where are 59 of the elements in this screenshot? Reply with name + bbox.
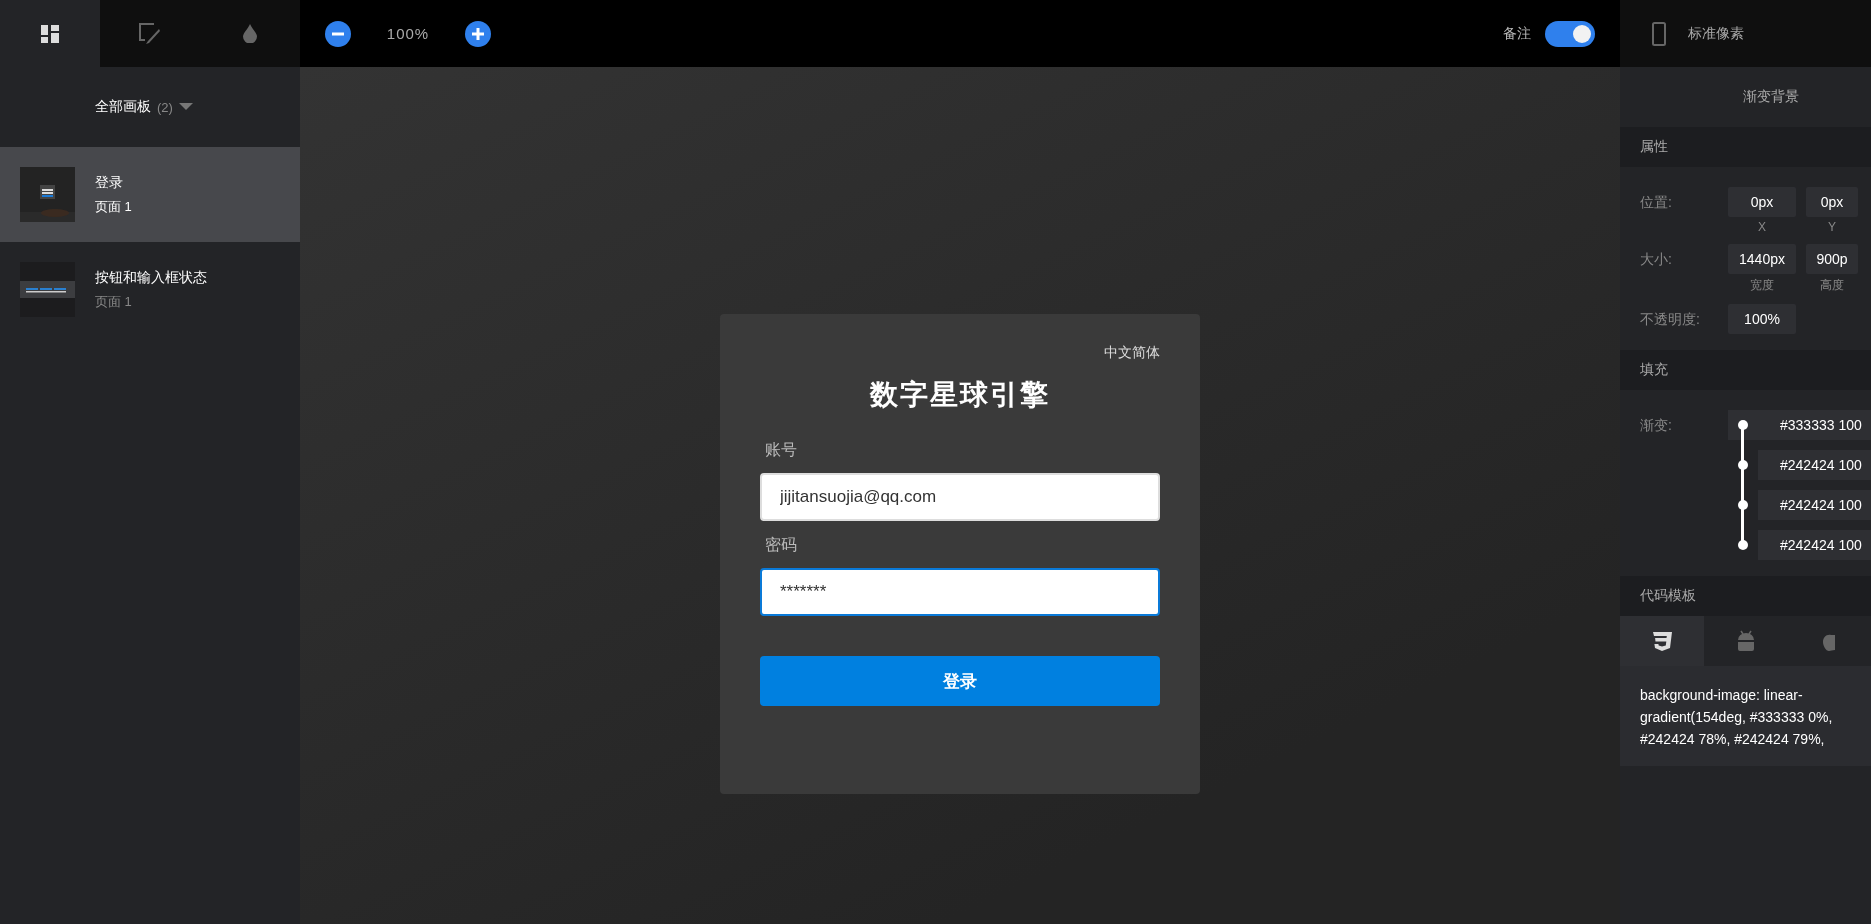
field-label: 密码 (765, 535, 798, 555)
zoom-in-button[interactable] (465, 20, 491, 47)
artboard-subtitle: 页面 1 (95, 292, 133, 311)
field-caption: 高度 (1820, 277, 1844, 294)
app-title: 数字星球引擎 (868, 378, 1051, 412)
caret-icon[interactable] (178, 103, 193, 111)
artboard-item[interactable]: 按钮和输入框状态 页面 1 (0, 242, 300, 337)
field-caption: X (1758, 220, 1766, 234)
field-label: 账号 (765, 440, 798, 460)
color-stop-field[interactable]: #242424 100 (1758, 530, 1871, 560)
color-stop-field[interactable]: #242424 100 (1758, 490, 1871, 520)
property-label: 渐变: (1640, 416, 1673, 435)
notes-label: 备注 (1503, 24, 1531, 43)
phone-icon (1652, 21, 1666, 46)
value-field[interactable]: 0px (1728, 187, 1796, 217)
property-label: 大小: (1640, 250, 1673, 269)
stop-handle[interactable] (1738, 540, 1748, 550)
artboard-subtitle: 页面 1 (95, 197, 132, 216)
property-label: 不透明度: (1640, 310, 1701, 329)
device-label: 标准像素 (1688, 24, 1744, 43)
language-link[interactable]: 中文简体 (1104, 344, 1160, 362)
thumbnail-drawing (20, 167, 75, 222)
input-field[interactable]: jijitansuojia@qq.com (760, 473, 1160, 521)
css-icon (1650, 630, 1673, 652)
section-header: 代码模板 (1620, 576, 1871, 616)
value-field[interactable]: 900p (1806, 244, 1858, 274)
dashboard-icon (41, 24, 59, 43)
zoom-level: 100% (385, 25, 431, 42)
section-header: 属性 (1620, 127, 1871, 167)
artboards-title: 全部画板 (95, 98, 151, 116)
section-header: 填充 (1620, 350, 1871, 390)
login-button[interactable]: 登录 (760, 656, 1160, 706)
pen-square-icon (139, 22, 161, 45)
artboard-title: 按钮和输入框状态 (95, 268, 207, 287)
code-text: background-image: linear- gradient(154deg, #333333 0%, #242424 78%, #242424 79%, (1620, 666, 1871, 766)
notes-toggle[interactable] (1545, 20, 1595, 47)
plus-icon (472, 27, 484, 40)
property-label: 位置: (1640, 193, 1673, 212)
zoom-out-button[interactable] (325, 20, 351, 47)
artboard-title: 登录 (95, 173, 124, 192)
artboards-count: (2) (157, 99, 173, 115)
toolbar-tab[interactable] (0, 0, 100, 67)
input-field[interactable]: ******* (760, 568, 1160, 616)
thumbnail-drawing (20, 262, 75, 317)
value-field[interactable]: 1440px (1728, 244, 1796, 274)
android-icon (1735, 630, 1756, 652)
stop-handle[interactable] (1738, 420, 1748, 430)
panel-title: 渐变背景 (1742, 88, 1799, 106)
artboard-item[interactable]: 登录 页面 1 (0, 147, 300, 242)
color-stop-field[interactable]: #242424 100 (1758, 450, 1871, 480)
stop-handle[interactable] (1738, 460, 1748, 470)
field-caption: 宽度 (1750, 277, 1774, 294)
minus-icon (332, 31, 344, 36)
stop-handle[interactable] (1738, 500, 1748, 510)
field-caption: Y (1828, 220, 1836, 234)
drop-icon (243, 24, 257, 43)
code-tab[interactable] (1620, 616, 1704, 666)
value-field[interactable]: 100% (1728, 304, 1796, 334)
value-field[interactable]: 0px (1806, 187, 1858, 217)
